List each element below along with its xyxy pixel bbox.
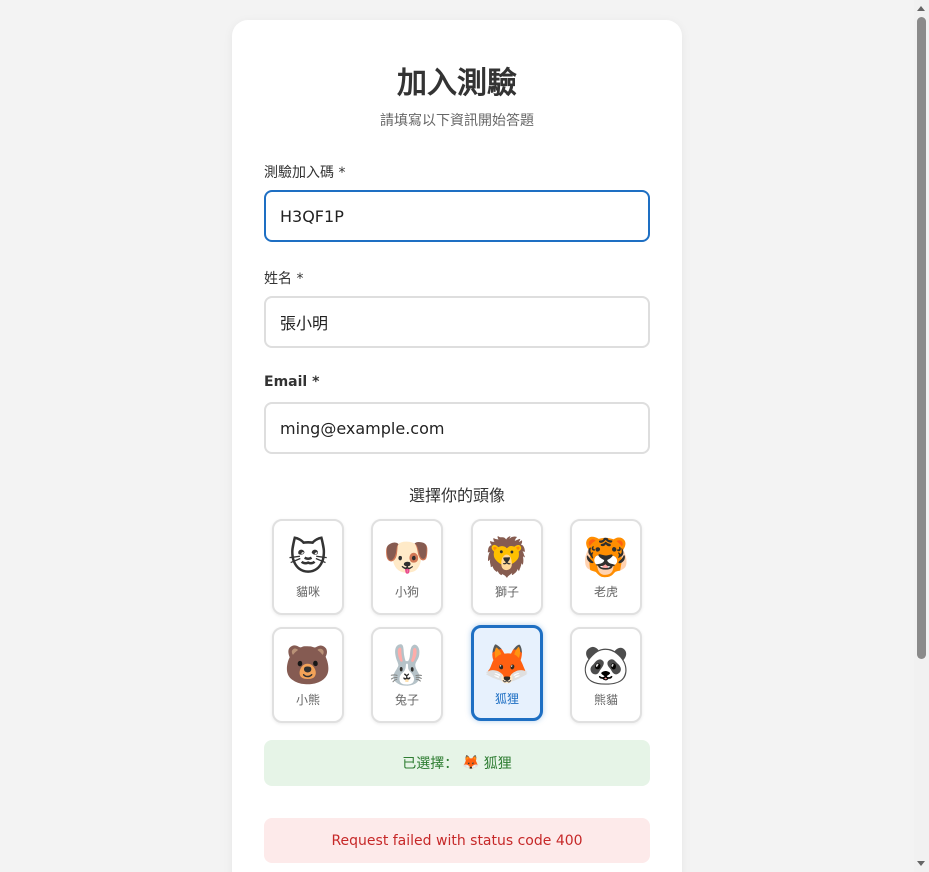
avatar-label: 狐狸 [494, 692, 519, 706]
avatar-option-dog[interactable]: 🐶 小狗 [371, 519, 443, 615]
scroll-up-icon[interactable] [917, 6, 925, 11]
name-input[interactable]: 張小明 [264, 296, 650, 348]
avatar-label: 獅子 [494, 585, 519, 599]
name-value: 張小明 [280, 314, 329, 333]
avatar-label: 貓咪 [295, 585, 320, 599]
cat-icon: 🐱 [288, 535, 328, 579]
avatar-label: 老虎 [593, 585, 618, 599]
page-subtitle: 請填寫以下資訊開始答題 [380, 113, 534, 129]
tiger-icon: 🐯 [582, 535, 630, 579]
quiz-code-input[interactable]: H3QF1P [264, 190, 650, 242]
email-value: ming@example.com [280, 418, 445, 438]
name-label: 姓名 * [264, 271, 304, 287]
avatar-option-fox[interactable]: 🦊 狐狸 [471, 625, 543, 721]
fox-icon: 🦊 [462, 755, 480, 771]
scroll-down-icon[interactable] [917, 861, 925, 866]
fox-icon: 🦊 [483, 642, 531, 686]
avatar-label: 熊貓 [593, 693, 618, 707]
page-scrollbar[interactable] [914, 0, 929, 872]
panda-icon: 🐼 [582, 643, 630, 687]
avatar-option-tiger[interactable]: 🐯 老虎 [570, 519, 642, 615]
error-message: Request failed with status code 400 [264, 818, 650, 863]
avatar-option-panda[interactable]: 🐼 熊貓 [570, 627, 642, 723]
avatar-option-bear[interactable]: 🐻 小熊 [272, 627, 344, 723]
quiz-code-label: 測驗加入碼 * [264, 165, 346, 181]
page-title: 加入測驗 [397, 66, 517, 101]
join-quiz-card: 加入測驗 請填寫以下資訊開始答題 測驗加入碼 * H3QF1P 姓名 * 張小明… [232, 20, 682, 872]
avatar-option-lion[interactable]: 🦁 獅子 [471, 519, 543, 615]
rabbit-icon: 🐰 [383, 643, 431, 687]
bear-icon: 🐻 [284, 643, 332, 687]
selected-avatar-name: 狐狸 [483, 756, 512, 772]
avatar-heading: 選擇你的頭像 [408, 486, 505, 505]
selected-prefix: 已選擇： [402, 756, 459, 772]
avatar-label: 小熊 [295, 693, 320, 707]
avatar-label: 兔子 [394, 693, 419, 707]
lion-icon: 🦁 [483, 535, 531, 579]
dog-icon: 🐶 [383, 535, 431, 579]
avatar-grid: 🐱 貓咪 🐶 小狗 🦁 獅子 🐯 老虎 🐻 小熊 🐰 兔子 🦊 狐狸 🐼 熊貓 [272, 519, 642, 723]
scrollbar-thumb[interactable] [917, 17, 926, 659]
selected-avatar-status: 已選擇： 🦊 狐狸 [264, 740, 650, 786]
avatar-option-cat[interactable]: 🐱 貓咪 [272, 519, 344, 615]
email-input[interactable]: ming@example.com [264, 402, 650, 454]
avatar-label: 小狗 [394, 585, 419, 599]
avatar-option-rabbit[interactable]: 🐰 兔子 [371, 627, 443, 723]
quiz-code-value: H3QF1P [280, 206, 344, 226]
email-label: Email * [264, 374, 320, 390]
